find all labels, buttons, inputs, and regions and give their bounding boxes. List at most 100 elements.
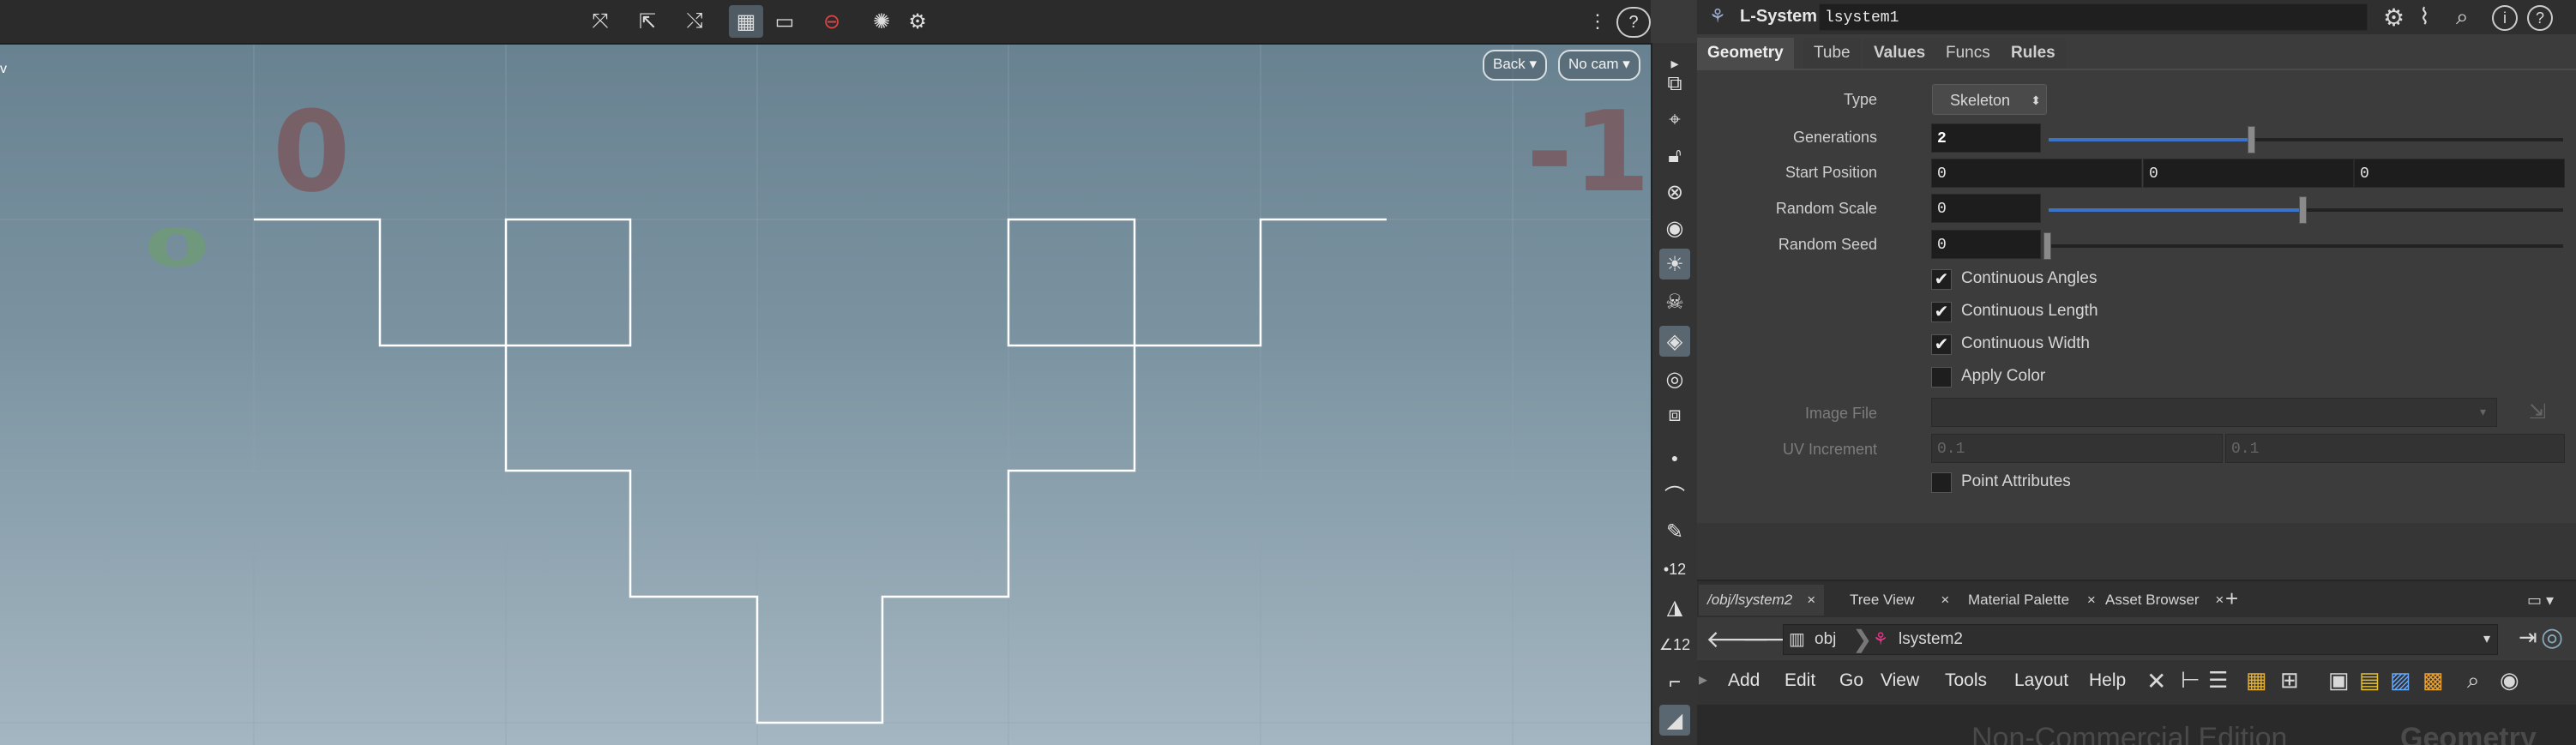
select-transform-icon[interactable]: ⤧ xyxy=(583,5,617,38)
tab-tree-view[interactable]: Tree View × xyxy=(1841,585,1958,616)
wrench-icon[interactable]: ✕ xyxy=(2146,667,2166,695)
tree-icon[interactable]: ⊢ xyxy=(2181,667,2200,694)
display-options-icon[interactable]: ▦ xyxy=(729,5,763,38)
view-icon[interactable]: ▭ xyxy=(767,5,802,38)
uv-increment-u-field[interactable]: 0.1 xyxy=(1931,434,2223,463)
brush-icon[interactable]: ⌒ xyxy=(1659,478,1690,509)
add-tab-icon[interactable]: + xyxy=(2217,583,2247,614)
snap-icon[interactable]: ⌖ xyxy=(1659,105,1690,135)
paint-icon[interactable]: ◮ xyxy=(1659,592,1690,622)
number-icon[interactable]: •12 xyxy=(1659,554,1690,585)
continuous-angles-checkbox[interactable]: ✔ xyxy=(1931,269,1952,290)
light-icon[interactable]: ☀ xyxy=(1659,249,1690,279)
settings-icon[interactable]: ⚙ xyxy=(900,5,935,38)
menu-go[interactable]: Go xyxy=(1839,670,1863,691)
obj-icon: ▥ xyxy=(1789,630,1805,649)
eye-icon[interactable]: ◉ xyxy=(2500,667,2519,694)
uv-increment-v-field[interactable]: 0.1 xyxy=(2225,434,2565,463)
lock-icon[interactable]: 🔓︎ xyxy=(1659,141,1690,171)
node-type-icon: ⚘ xyxy=(1709,5,1726,27)
generations-slider-handle[interactable] xyxy=(2248,126,2255,153)
pose-icon[interactable]: ⤭ xyxy=(677,5,712,38)
camera-menu-button[interactable]: No cam ▾ xyxy=(1558,50,1640,81)
render-icon[interactable]: ◈ xyxy=(1659,326,1690,357)
camera-icon[interactable]: ⧈ xyxy=(1659,400,1690,430)
link-icon[interactable]: ◎ xyxy=(2541,622,2563,652)
random-scale-field[interactable]: 0 xyxy=(1931,194,2041,223)
random-scale-slider-handle[interactable] xyxy=(2299,196,2307,224)
stop-icon[interactable]: ⊖ xyxy=(815,5,849,38)
point-attributes-checkbox[interactable] xyxy=(1931,472,1952,493)
measure-icon[interactable]: ⌐ xyxy=(1659,667,1690,698)
path-obj-label[interactable]: obj xyxy=(1815,630,1836,649)
tab-network-path[interactable]: /obj/lsystem2 × xyxy=(1699,585,1824,616)
color-grid-icon[interactable]: ▦ xyxy=(2246,667,2267,694)
apply-color-checkbox[interactable] xyxy=(1931,367,1952,388)
tab-geometry[interactable]: Geometry xyxy=(1697,38,1794,69)
chevron-down-icon[interactable]: ▾ xyxy=(2483,630,2490,647)
close-icon[interactable]: × xyxy=(1807,592,1815,608)
file-browse-icon[interactable]: ⇲ xyxy=(2529,400,2546,424)
brush-icon[interactable]: ⌇ xyxy=(2419,3,2430,30)
menu-edit[interactable]: Edit xyxy=(1785,670,1815,691)
continuous-length-checkbox[interactable]: ✔ xyxy=(1931,302,1952,322)
start-position-z-field[interactable]: 0 xyxy=(2354,159,2565,188)
list-icon[interactable]: ☰ xyxy=(2208,667,2228,694)
menu-add[interactable]: Add xyxy=(1728,670,1760,691)
menu-view[interactable]: View xyxy=(1881,670,1919,691)
continuous-width-checkbox[interactable]: ✔ xyxy=(1931,334,1952,355)
type-dropdown[interactable]: Skeleton ⬍ xyxy=(1932,84,2047,115)
random-seed-field[interactable]: 0 xyxy=(1931,230,2041,259)
path-node-label[interactable]: lsystem2 xyxy=(1899,630,1963,649)
image-icon[interactable]: ▨ xyxy=(2390,667,2411,694)
tab-tube[interactable]: Tube xyxy=(1803,38,1861,69)
help-icon[interactable]: ? xyxy=(2527,5,2553,31)
start-position-x-field[interactable]: 0 xyxy=(1931,159,2142,188)
pin-icon[interactable]: ⇥ xyxy=(2519,624,2537,651)
gear-icon[interactable]: ⚙ xyxy=(2383,3,2404,32)
tab-rules[interactable]: Rules xyxy=(2001,38,2066,69)
menu-layout[interactable]: Layout xyxy=(2014,670,2068,691)
node-name-field[interactable]: lsystem1 xyxy=(1819,3,2368,31)
search-icon[interactable]: ⌕ xyxy=(2467,667,2480,694)
random-seed-slider-handle[interactable] xyxy=(2043,232,2051,260)
tab-values[interactable]: Values xyxy=(1863,38,1936,69)
help-icon[interactable]: ? xyxy=(1616,7,1651,38)
snapshot-icon[interactable]: ✺ xyxy=(864,5,899,38)
network-path-field[interactable]: ▥ obj ❯ ⚘ lsystem2 ▾ xyxy=(1783,624,2498,655)
pane-layout-icon[interactable]: ▭ ▾ xyxy=(2519,585,2562,616)
close-icon[interactable]: × xyxy=(2087,592,2096,608)
grid-icon[interactable]: ⊞ xyxy=(2280,667,2299,694)
layout-toggle-icon[interactable]: ⋮ xyxy=(1580,5,1615,38)
start-position-y-field[interactable]: 0 xyxy=(2143,159,2354,188)
sphere-icon[interactable]: ◉ xyxy=(1659,213,1690,243)
close-icon[interactable]: × xyxy=(1941,592,1949,608)
collapse-arrow-icon[interactable]: ▸ xyxy=(1699,669,1707,690)
search-icon[interactable]: ⌕ xyxy=(2456,3,2469,31)
menu-help[interactable]: Help xyxy=(2089,670,2126,691)
sticky-note-icon[interactable]: ▤ xyxy=(2359,667,2380,694)
package-icon[interactable]: ▩ xyxy=(2423,667,2444,694)
angle-icon[interactable]: ∠12 xyxy=(1659,629,1690,660)
random-seed-slider-track[interactable] xyxy=(2049,244,2563,248)
close-icon[interactable]: ⊗ xyxy=(1659,177,1690,207)
menu-tools[interactable]: Tools xyxy=(1945,670,1987,691)
back-view-button[interactable]: Back ▾ xyxy=(1483,50,1548,81)
tab-asset-browser[interactable]: Asset Browser × xyxy=(2097,585,2232,616)
network-box-icon[interactable]: ▣ xyxy=(2328,667,2350,694)
scene-viewport[interactable]: ⤧ ⇱ ⤭ ▦ ▭ ⊖ ✺ ⚙ ? ⋮ v Back ▾ No cam ▾ 0 … xyxy=(0,0,1651,745)
generations-slider-fill xyxy=(2049,138,2249,141)
toggle-icon[interactable]: ⧉ xyxy=(1659,69,1690,99)
pen-icon[interactable]: ✎ xyxy=(1659,516,1690,547)
tab-funcs[interactable]: Funcs xyxy=(1935,38,2001,69)
info-icon[interactable]: i xyxy=(2492,5,2518,31)
tab-material-palette[interactable]: Material Palette × xyxy=(1959,585,2104,616)
shape-icon[interactable]: ◢ xyxy=(1659,705,1690,736)
eye-icon[interactable]: ◎ xyxy=(1659,363,1690,394)
dot-icon[interactable]: ● xyxy=(1659,442,1690,473)
image-file-field[interactable]: ▾ xyxy=(1931,398,2497,427)
generations-field[interactable]: 2 xyxy=(1931,123,2041,153)
ghost-icon[interactable]: ☠ xyxy=(1659,286,1690,317)
network-editor-canvas[interactable]: Non-Commercial Edition Geometry xyxy=(1697,705,2576,745)
handle-icon[interactable]: ⇱ xyxy=(630,5,665,38)
